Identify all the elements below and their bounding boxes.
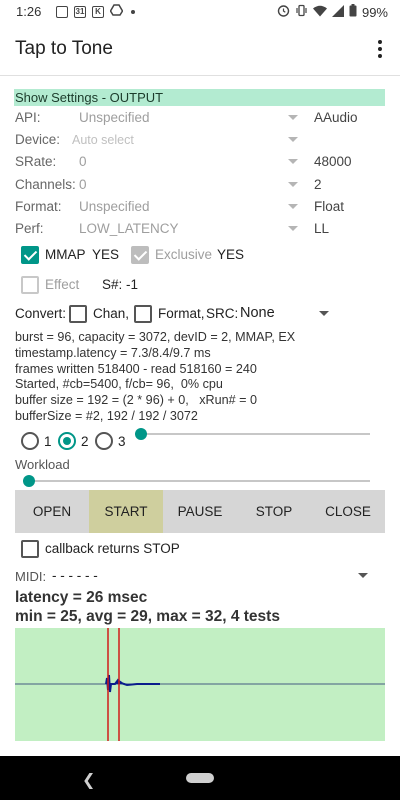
midi-dropdown-arrow-icon[interactable] — [358, 573, 368, 578]
wifi-icon — [312, 5, 327, 20]
callback-stop-checkbox[interactable] — [21, 540, 39, 558]
exclusive-value: YES — [217, 247, 245, 262]
srate-spinner[interactable]: 0 — [79, 152, 87, 172]
perf-spinner[interactable]: LOW_LATENCY — [79, 219, 179, 239]
status-time: 1:26 — [16, 4, 42, 19]
channels-dropdown-arrow-icon[interactable] — [288, 182, 298, 187]
workload-label: Workload — [15, 457, 70, 472]
burst-radio-1[interactable] — [21, 432, 39, 450]
battery-level: 99% — [361, 4, 388, 20]
start-button[interactable]: START — [89, 490, 163, 533]
waveform-plot — [15, 628, 385, 741]
api-dropdown-arrow-icon[interactable] — [288, 115, 298, 120]
session-id: S#: -1 — [102, 277, 139, 292]
buffer-size-slider[interactable] — [141, 433, 370, 435]
waveform-scope — [15, 628, 385, 741]
drive-icon — [109, 4, 124, 19]
latency-result: latency = 26 msec — [15, 589, 148, 606]
perf-dropdown-arrow-icon[interactable] — [288, 226, 298, 231]
perf-actual: LL — [314, 221, 330, 236]
stop-button[interactable]: STOP — [237, 490, 311, 533]
burst-radio-2[interactable] — [58, 432, 76, 450]
mmap-label: MMAP — [45, 247, 86, 262]
device-spinner[interactable]: Auto select — [72, 130, 134, 150]
midi-label: MIDI: — [15, 569, 47, 584]
perf-row: Perf: LOW_LATENCY LL — [15, 219, 385, 239]
format-label: Format: — [15, 199, 62, 214]
dot-icon — [131, 9, 135, 14]
convert-chan-checkbox[interactable] — [69, 305, 87, 323]
k-app-icon: K — [92, 5, 104, 18]
effect-label: Effect — [45, 277, 80, 292]
page-title: Tap to Tone — [15, 38, 113, 59]
format-row: Format: Unspecified Float — [15, 197, 385, 217]
back-icon[interactable]: ❮ — [82, 770, 95, 790]
notification-icons: 31 K — [56, 4, 135, 19]
burst-radio-1-label: 1 — [44, 434, 52, 449]
srate-actual: 48000 — [314, 154, 352, 169]
format-spinner[interactable]: Unspecified — [79, 197, 150, 217]
workload-slider-thumb[interactable] — [23, 475, 35, 487]
stream-control-buttons: OPEN START PAUSE STOP CLOSE — [15, 490, 385, 533]
midi-spinner[interactable]: - - - - - - — [52, 567, 98, 585]
format-dropdown-arrow-icon[interactable] — [288, 204, 298, 209]
mmap-value: YES — [92, 247, 120, 262]
app-bar: Tap to Tone — [0, 24, 400, 76]
latency-stats: min = 25, avg = 29, max = 32, 4 tests — [15, 608, 280, 625]
convert-chan-label: Chan, — [93, 306, 130, 321]
open-button[interactable]: OPEN — [15, 490, 89, 533]
workload-slider[interactable] — [29, 480, 370, 482]
signal-icon — [331, 4, 344, 20]
show-settings-toggle[interactable]: Show Settings - OUTPUT — [14, 89, 385, 106]
overflow-menu-icon[interactable] — [370, 36, 390, 62]
mmap-checkbox[interactable] — [21, 246, 39, 264]
channels-label: Channels: — [15, 177, 76, 192]
battery-icon — [349, 4, 357, 20]
buffer-size-slider-thumb[interactable] — [135, 428, 147, 440]
device-row: Device: Auto select — [15, 130, 385, 150]
perf-label: Perf: — [15, 221, 44, 236]
calendar-icon: 31 — [74, 5, 86, 18]
exclusive-label: Exclusive — [155, 247, 213, 262]
burst-radio-3-label: 3 — [118, 434, 126, 449]
channels-actual: 2 — [314, 177, 322, 192]
api-spinner[interactable]: Unspecified — [79, 108, 150, 128]
api-label: API: — [15, 110, 41, 125]
close-button[interactable]: CLOSE — [311, 490, 385, 533]
home-icon[interactable] — [186, 773, 214, 783]
convert-format-checkbox[interactable] — [134, 305, 152, 323]
waveform-trace — [105, 674, 160, 693]
format-actual: Float — [314, 199, 345, 214]
api-actual: AAudio — [314, 110, 358, 125]
channels-spinner[interactable]: 0 — [79, 175, 87, 195]
src-label: SRC: — [206, 306, 239, 321]
api-row: API: Unspecified AAudio — [15, 108, 385, 128]
message-icon — [56, 5, 68, 18]
channels-row: Channels: 0 2 — [15, 175, 385, 195]
alarm-icon — [277, 4, 290, 20]
burst-radio-2-label: 2 — [81, 434, 89, 449]
exclusive-checkbox[interactable] — [131, 246, 149, 264]
status-bar: 1:26 31 K 99% — [0, 0, 400, 24]
srate-row: SRate: 0 48000 — [15, 152, 385, 172]
srate-dropdown-arrow-icon[interactable] — [288, 159, 298, 164]
device-dropdown-arrow-icon[interactable] — [288, 137, 298, 142]
callback-stop-label: callback returns STOP — [45, 541, 180, 556]
pause-button[interactable]: PAUSE — [163, 490, 237, 533]
system-icons: 99% — [277, 4, 388, 20]
src-dropdown-arrow-icon[interactable] — [319, 311, 329, 316]
convert-label: Convert: — [15, 306, 67, 321]
srate-label: SRate: — [15, 154, 57, 169]
device-label: Device: — [15, 132, 61, 147]
burst-radio-3[interactable] — [95, 432, 113, 450]
convert-format-label: Format, — [158, 306, 205, 321]
src-spinner[interactable]: None — [240, 304, 275, 322]
vibrate-icon — [295, 4, 308, 20]
effect-checkbox[interactable] — [21, 276, 39, 294]
navigation-bar: ❮ — [0, 756, 400, 800]
stream-info-text: burst = 96, capacity = 3072, devID = 2, … — [15, 330, 296, 423]
